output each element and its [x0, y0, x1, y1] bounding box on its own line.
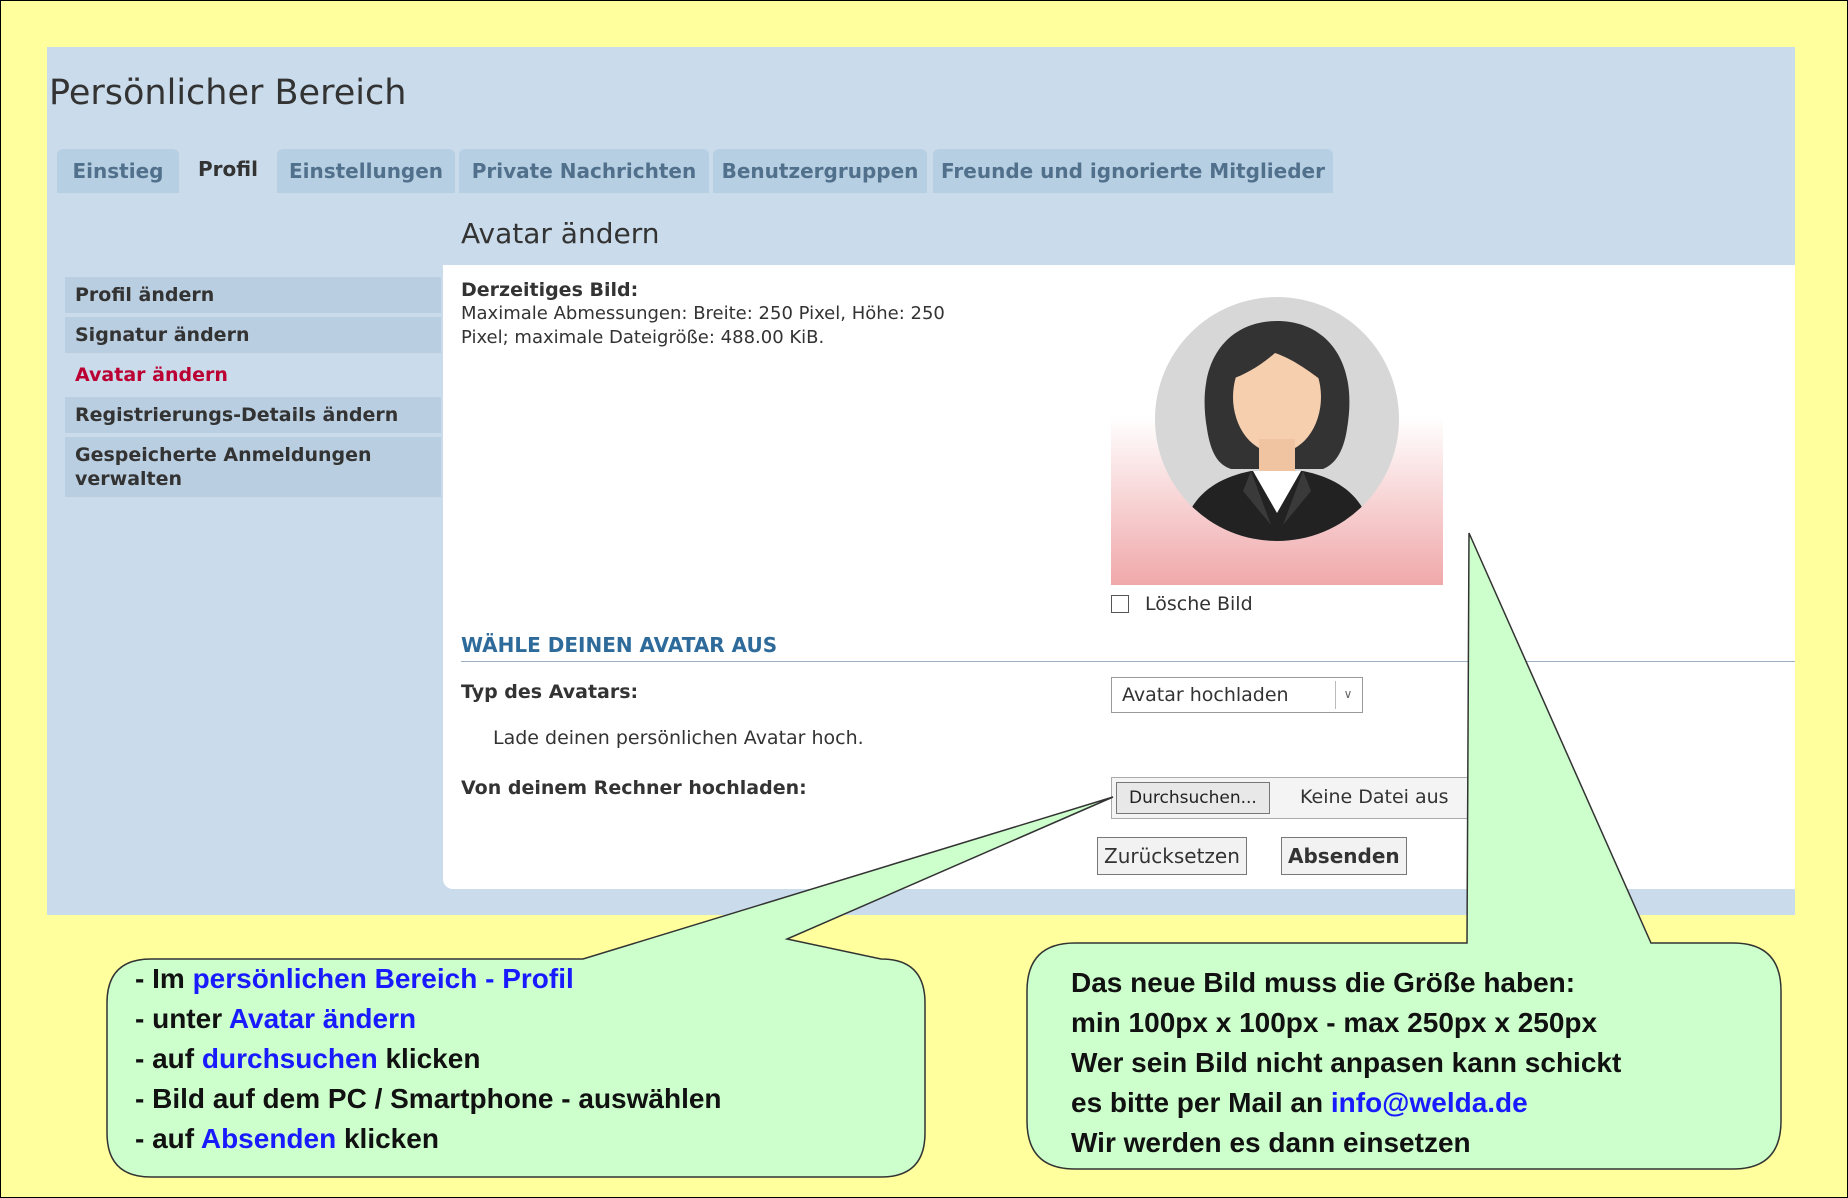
callout-right-line-4: es bitte per Mail an info@welda.de	[1071, 1087, 1528, 1118]
callout-right-text: Das neue Bild muss die Größe haben: min …	[1071, 963, 1621, 1163]
callout-right-line-1: Das neue Bild muss die Größe haben:	[1071, 967, 1576, 998]
callout-left-text: - Im persönlichen Bereich - Profil - unt…	[135, 959, 722, 1159]
callout-left-line-1: - Im persönlichen Bereich - Profil	[135, 963, 574, 994]
callout-right-line-3: Wer sein Bild nicht anpasen kann schickt	[1071, 1047, 1622, 1078]
tutorial-canvas: Persönlicher Bereich Einstieg Profil Ein…	[0, 0, 1848, 1198]
callout-left-line-2: - unter Avatar ändern	[135, 1003, 417, 1034]
email-link[interactable]: info@welda.de	[1331, 1087, 1528, 1118]
callout-right-line-5: Wir werden es dann einsetzen	[1071, 1127, 1471, 1158]
callout-left-line-3: - auf durchsuchen klicken	[135, 1043, 481, 1074]
callout-right-line-2: min 100px x 100px - max 250px x 250px	[1071, 1007, 1598, 1038]
callout-left-line-5: - auf Absenden klicken	[135, 1123, 439, 1154]
callout-left-line-4: - Bild auf dem PC / Smartphone - auswähl…	[135, 1083, 722, 1114]
